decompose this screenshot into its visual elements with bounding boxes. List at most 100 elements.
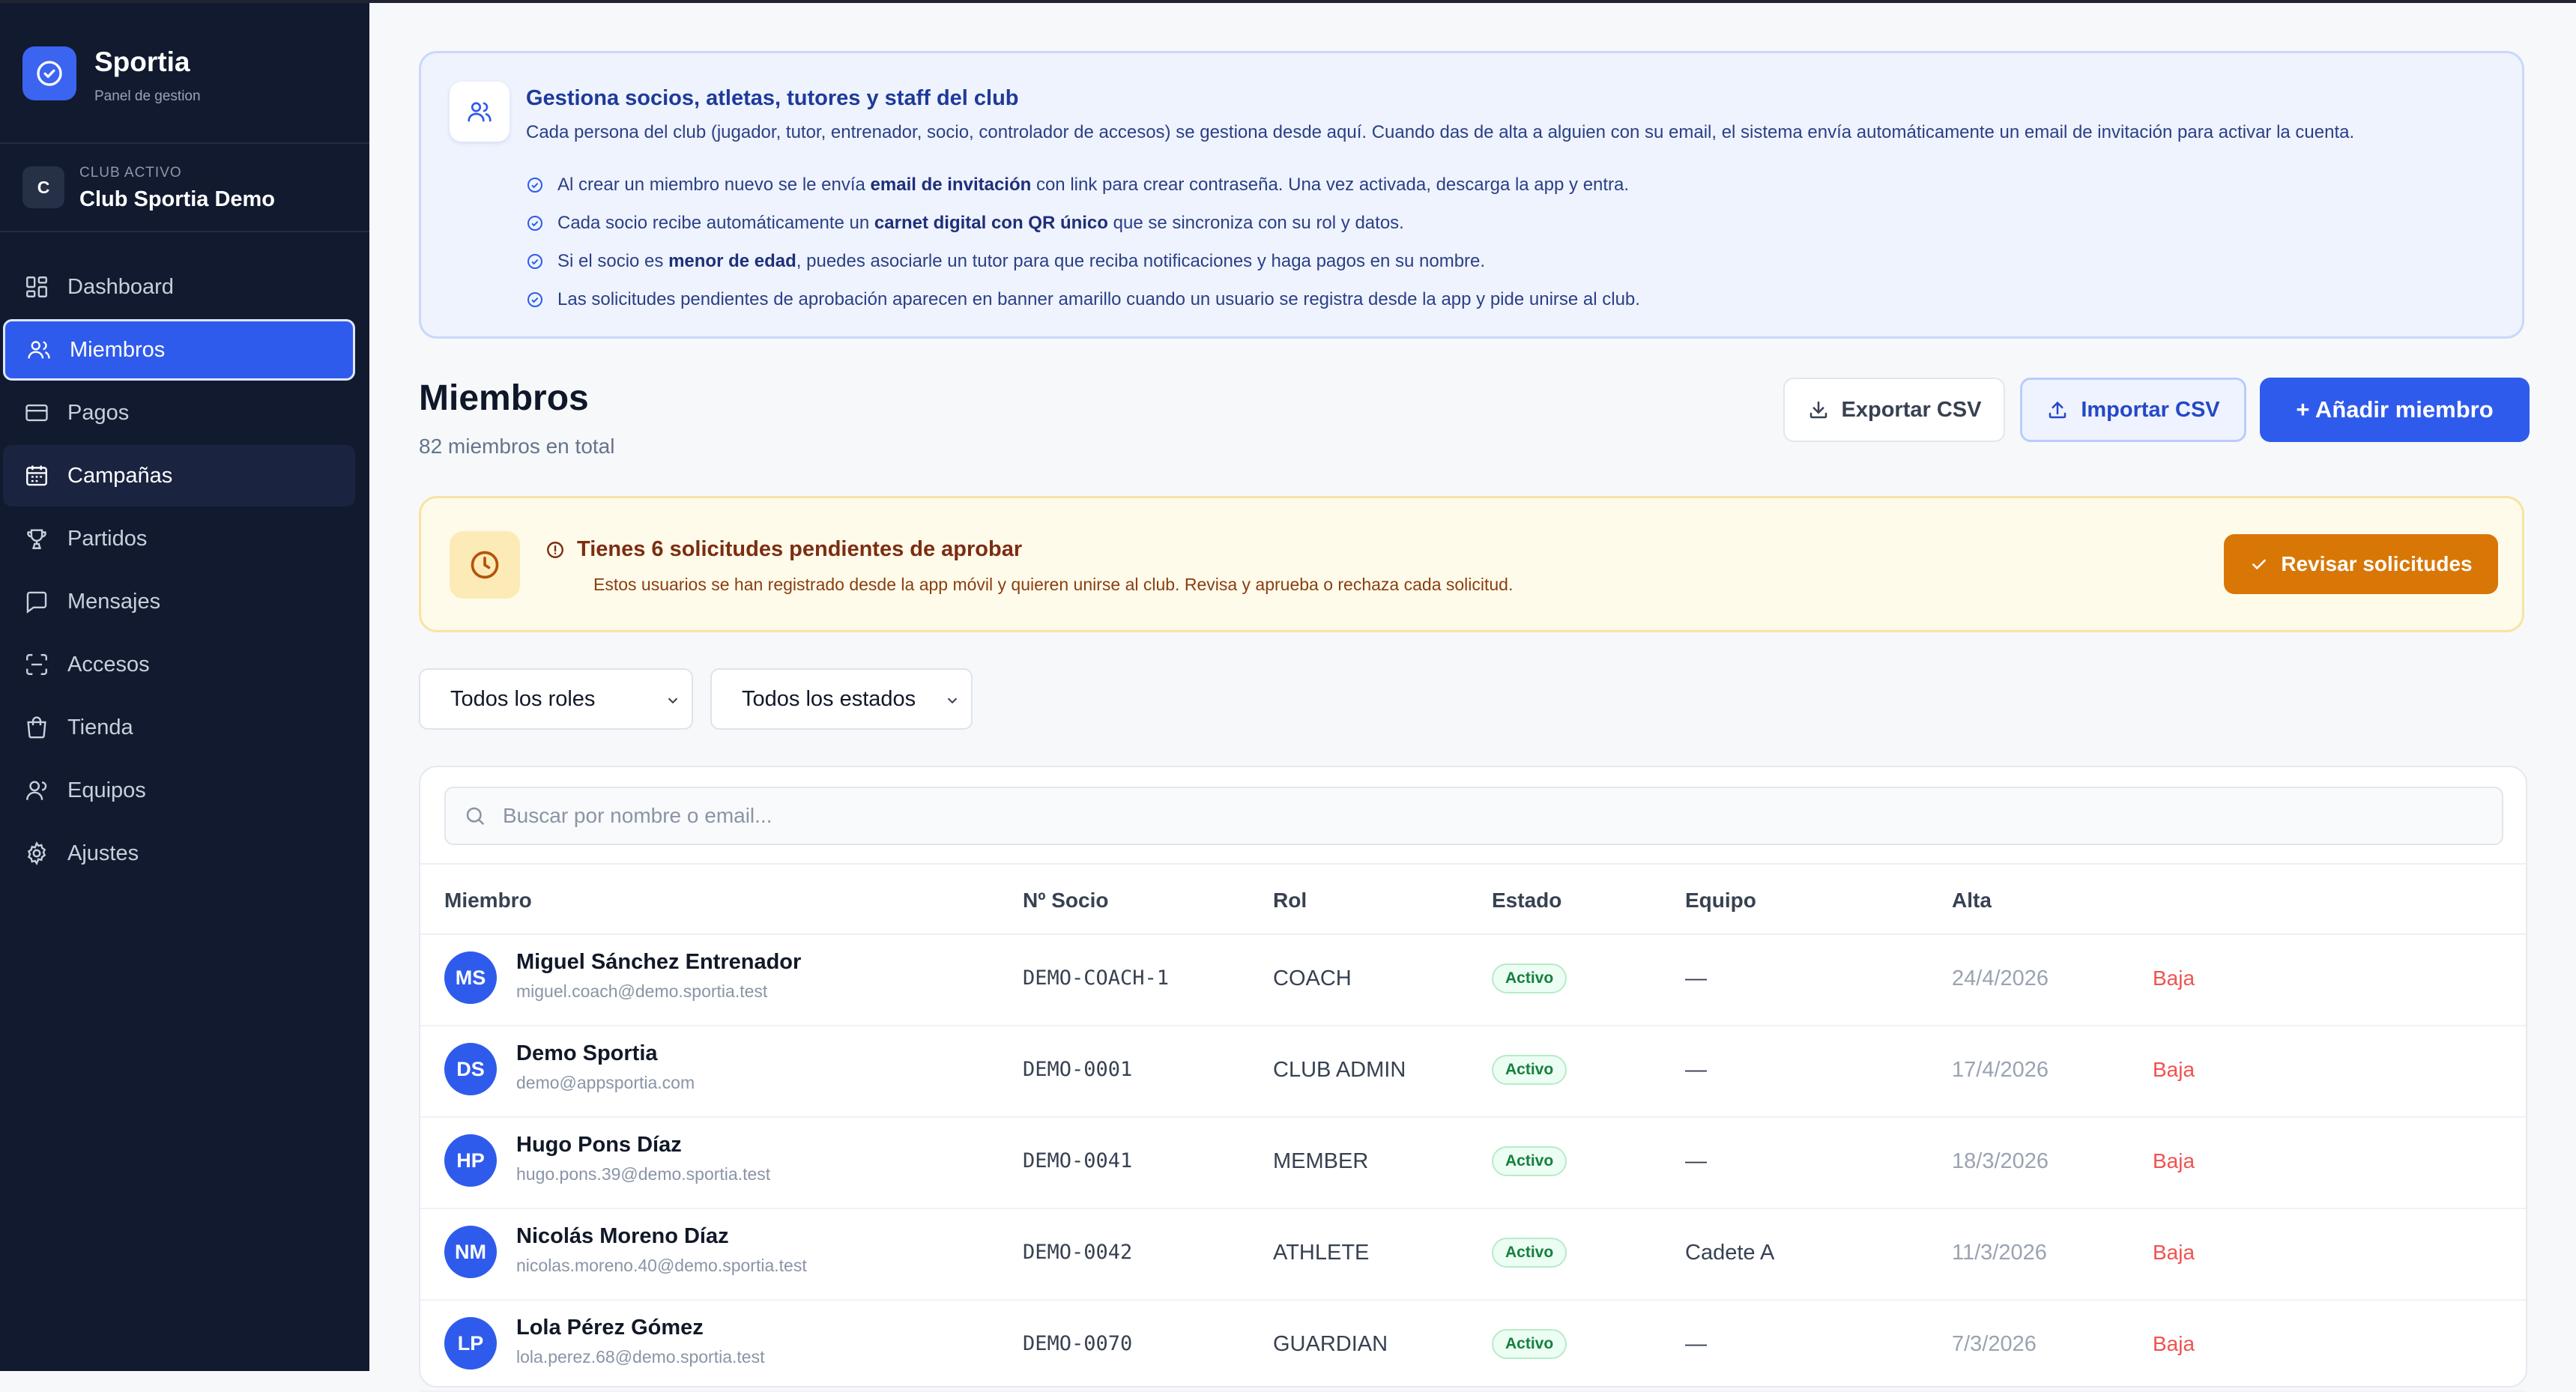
search-input[interactable] [501, 803, 2452, 829]
users-icon [28, 341, 50, 359]
sidebar-item-label: Tienda [67, 715, 133, 739]
info-banner: Gestiona socios, atletas, tutores y staf… [419, 51, 2524, 339]
column-header-team[interactable]: Equipo [1685, 889, 1756, 913]
info-text: Si el socio es [557, 250, 669, 271]
deactivate-link[interactable]: Baja [2153, 1058, 2195, 1082]
column-header-number[interactable]: Nº Socio [1023, 889, 1108, 913]
sidebar-item-ajustes[interactable]: Ajustes [3, 823, 355, 884]
import-csv-label: Importar CSV [2081, 397, 2220, 422]
sidebar-nav: Dashboard Miembros Pagos Campañas Partid… [3, 256, 355, 886]
sidebar-item-dashboard[interactable]: Dashboard [3, 256, 355, 318]
deactivate-link[interactable]: Baja [2153, 1149, 2195, 1173]
check-circle-icon [527, 215, 542, 231]
member-email: miguel.coach@demo.sportia.test [516, 981, 768, 1001]
member-date: 18/3/2026 [1952, 1149, 2049, 1173]
check-circle-icon [527, 253, 542, 269]
member-email: lola.perez.68@demo.sportia.test [516, 1347, 765, 1367]
info-list-item: Cada socio recibe automáticamente un car… [526, 204, 1640, 242]
deactivate-link[interactable]: Baja [2153, 966, 2195, 990]
credit-card-icon [25, 404, 48, 422]
deactivate-link[interactable]: Baja [2153, 1241, 2195, 1265]
member-date: 7/3/2026 [1952, 1332, 2037, 1356]
member-email: hugo.pons.39@demo.sportia.test [516, 1164, 771, 1184]
status-badge: Activo [1492, 1055, 1567, 1085]
info-text: Cada socio recibe automáticamente un [557, 212, 874, 233]
user-icon [26, 781, 47, 800]
status-filter-select[interactable]: Todos los estados [710, 668, 973, 730]
info-text: Al crear un miembro nuevo se le envía [557, 174, 871, 195]
avatar: HP [444, 1134, 497, 1187]
sidebar-item-miembros[interactable]: Miembros [3, 319, 355, 381]
column-header-status[interactable]: Estado [1492, 889, 1561, 913]
avatar: NM [444, 1226, 497, 1278]
role-filter-value: Todos los roles [450, 686, 596, 711]
info-list-item: Al crear un miembro nuevo se le envía em… [526, 166, 1640, 204]
member-number: DEMO-0041 [1023, 1149, 1133, 1172]
member-name: Lola Pérez Gómez [516, 1316, 704, 1340]
member-role: CLUB ADMIN [1273, 1058, 1406, 1082]
export-csv-label: Exportar CSV [1841, 397, 1982, 422]
club-name: Club Sportia Demo [79, 187, 276, 211]
member-team: — [1685, 1332, 1707, 1356]
column-header-role[interactable]: Rol [1273, 889, 1307, 913]
info-text: , puedes asociarle un tutor para que rec… [796, 250, 1486, 271]
info-bold: email de invitación [870, 174, 1032, 195]
member-name: Nicolás Moreno Díaz [516, 1224, 729, 1248]
sidebar-item-accesos[interactable]: Accesos [3, 634, 355, 695]
info-text: Las solicitudes pendientes de aprobación… [557, 288, 1640, 309]
alert-circle-icon [547, 541, 563, 558]
status-badge: Activo [1492, 1329, 1567, 1359]
page-title: Miembros [419, 378, 589, 418]
info-bold: menor de edad [668, 250, 796, 271]
add-member-button[interactable]: + Añadir miembro [2260, 378, 2530, 442]
column-header-member[interactable]: Miembro [444, 889, 532, 913]
pending-title: Tienes 6 solicitudes pendientes de aprob… [545, 537, 1022, 562]
table-row[interactable]: DS Demo Sportia demo@appsportia.com DEMO… [420, 1025, 2526, 1118]
sidebar-item-tienda[interactable]: Tienda [3, 697, 355, 758]
chevron-down-icon [947, 697, 958, 704]
gear-icon [27, 841, 46, 866]
sidebar-item-pagos[interactable]: Pagos [3, 382, 355, 444]
status-badge: Activo [1492, 1146, 1567, 1176]
scan-icon [26, 654, 47, 675]
shield-check-icon [22, 46, 76, 100]
member-name: Demo Sportia [516, 1041, 658, 1065]
sidebar-item-mensajes[interactable]: Mensajes [3, 571, 355, 632]
pending-requests-banner: Tienes 6 solicitudes pendientes de aprob… [419, 496, 2524, 632]
sidebar-item-equipos[interactable]: Equipos [3, 760, 355, 821]
table-row[interactable]: MS Miguel Sánchez Entrenador miguel.coac… [420, 933, 2526, 1026]
table-row[interactable]: HP Hugo Pons Díaz hugo.pons.39@demo.spor… [420, 1116, 2526, 1209]
sidebar-item-campanas[interactable]: Campañas [3, 445, 355, 506]
search-icon [466, 807, 485, 826]
role-filter-select[interactable]: Todos los roles [419, 668, 693, 730]
members-table: Miembro Nº Socio Rol Estado Equipo Alta … [419, 766, 2527, 1392]
sidebar-item-label: Mensajes [67, 589, 161, 614]
status-filter-value: Todos los estados [742, 686, 916, 711]
member-team: — [1685, 1149, 1707, 1173]
table-row[interactable]: NM Nicolás Moreno Díaz nicolas.moreno.40… [420, 1208, 2526, 1301]
brand-name: Sportia [94, 46, 190, 77]
member-number: DEMO-0042 [1023, 1241, 1133, 1264]
table-row[interactable]: LP Lola Pérez Gómez lola.perez.68@demo.s… [420, 1299, 2526, 1392]
active-club-selector[interactable]: C CLUB ACTIVO Club Sportia Demo [22, 162, 352, 229]
check-circle-icon [527, 291, 542, 307]
sidebar: Sportia Panel de gestion C CLUB ACTIVO C… [0, 3, 369, 1371]
club-badge: C [22, 166, 64, 208]
sidebar-divider [0, 231, 369, 232]
review-requests-button[interactable]: Revisar solicitudes [2224, 534, 2498, 594]
sidebar-item-partidos[interactable]: Partidos [3, 508, 355, 569]
brand[interactable]: Sportia Panel de gestion [22, 46, 352, 106]
sidebar-divider [0, 142, 369, 144]
info-bold: carnet digital con QR único [874, 212, 1108, 233]
check-circle-icon [527, 177, 542, 193]
export-csv-button[interactable]: Exportar CSV [1783, 378, 2005, 442]
member-name: Miguel Sánchez Entrenador [516, 950, 802, 974]
status-badge: Activo [1492, 963, 1567, 993]
column-header-date[interactable]: Alta [1952, 889, 1992, 913]
import-csv-button[interactable]: Importar CSV [2020, 378, 2246, 442]
member-team: Cadete A [1685, 1241, 1775, 1265]
deactivate-link[interactable]: Baja [2153, 1332, 2195, 1356]
member-team: — [1685, 1058, 1707, 1082]
trophy-icon [27, 529, 46, 549]
search-box[interactable] [444, 787, 2503, 845]
